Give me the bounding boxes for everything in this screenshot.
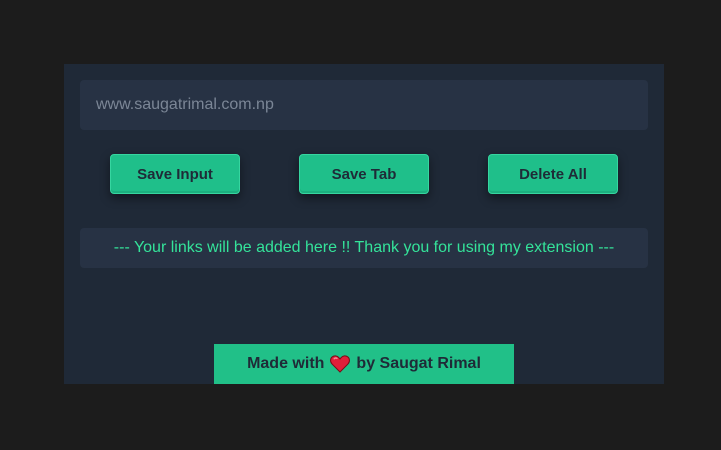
heart-icon: [330, 355, 351, 373]
footer-credit: Made with by Saugat Rimal: [214, 344, 514, 384]
save-tab-button[interactable]: Save Tab: [299, 154, 429, 194]
footer-suffix: by Saugat Rimal: [356, 355, 481, 372]
saved-links-list: --- Your links will be added here !! Tha…: [80, 228, 648, 268]
delete-all-button[interactable]: Delete All: [488, 154, 618, 194]
save-input-button[interactable]: Save Input: [110, 154, 240, 194]
url-input[interactable]: [80, 80, 648, 130]
extension-popup: Save Input Save Tab Delete All --- Your …: [64, 64, 664, 384]
links-empty-message: --- Your links will be added here !! Tha…: [113, 239, 615, 256]
footer-prefix: Made with: [247, 355, 325, 372]
